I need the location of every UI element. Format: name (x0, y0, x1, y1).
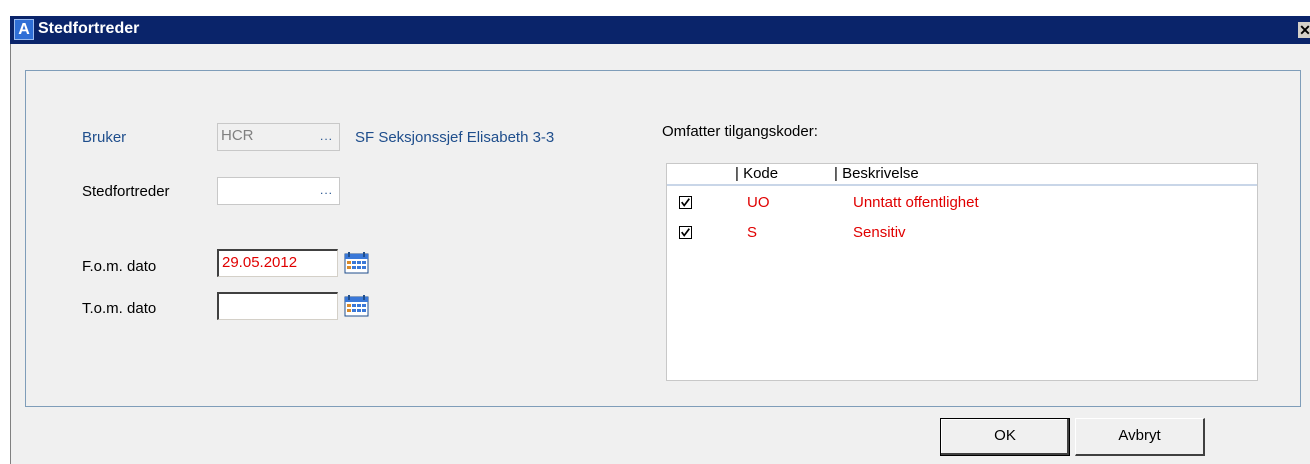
code-cell: UO (747, 194, 770, 211)
fom-label: F.o.m. dato (82, 258, 157, 275)
access-codes-heading: Omfatter tilgangskoder: (662, 123, 818, 140)
tom-date-input[interactable] (217, 292, 338, 320)
dialog-body: Bruker HCR ... SF Seksjonssjef Elisabeth… (10, 44, 1310, 464)
close-button[interactable]: ✕ (1298, 22, 1310, 38)
fom-date-input[interactable]: 29.05.2012 (217, 249, 338, 277)
description-cell: Sensitiv (853, 224, 906, 241)
window-title: Stedfortreder (38, 20, 140, 37)
form-panel: Bruker HCR ... SF Seksjonssjef Elisabeth… (25, 70, 1301, 407)
tom-calendar-icon[interactable] (344, 294, 370, 318)
list-item[interactable]: UO Unntatt offentlighet (667, 192, 1257, 220)
bruker-value: HCR (221, 127, 254, 144)
stedfortreder-label: Stedfortreder (82, 183, 170, 200)
description-cell: Unntatt offentlighet (853, 194, 979, 211)
stedfortreder-lookup-button[interactable]: ... (320, 178, 333, 202)
bruker-label: Bruker (82, 129, 127, 146)
tom-label: T.o.m. dato (82, 300, 157, 317)
access-codes-list[interactable]: | Kode | Beskrivelse UO Unntatt offentli… (666, 163, 1258, 381)
bruker-name: SF Seksjonssjef Elisabeth 3-3 (355, 129, 555, 146)
list-item[interactable]: S Sensitiv (667, 222, 1257, 250)
cancel-button[interactable]: Avbryt (1075, 418, 1205, 456)
fom-calendar-icon[interactable] (344, 251, 370, 275)
checkbox-s[interactable] (679, 226, 692, 239)
checkbox-uo[interactable] (679, 196, 692, 209)
titlebar: A Stedfortreder ✕ (10, 16, 1310, 44)
bruker-lookup-button[interactable]: ... (320, 124, 333, 148)
bruker-field[interactable]: HCR ... (217, 123, 340, 151)
ok-button[interactable]: OK (940, 418, 1070, 456)
column-header-kode[interactable]: | Kode (735, 165, 778, 182)
list-header: | Kode | Beskrivelse (667, 164, 1257, 186)
code-cell: S (747, 224, 758, 241)
stedfortreder-field[interactable]: ... (217, 177, 340, 205)
column-header-beskrivelse[interactable]: | Beskrivelse (834, 165, 919, 182)
app-icon: A (14, 19, 34, 40)
